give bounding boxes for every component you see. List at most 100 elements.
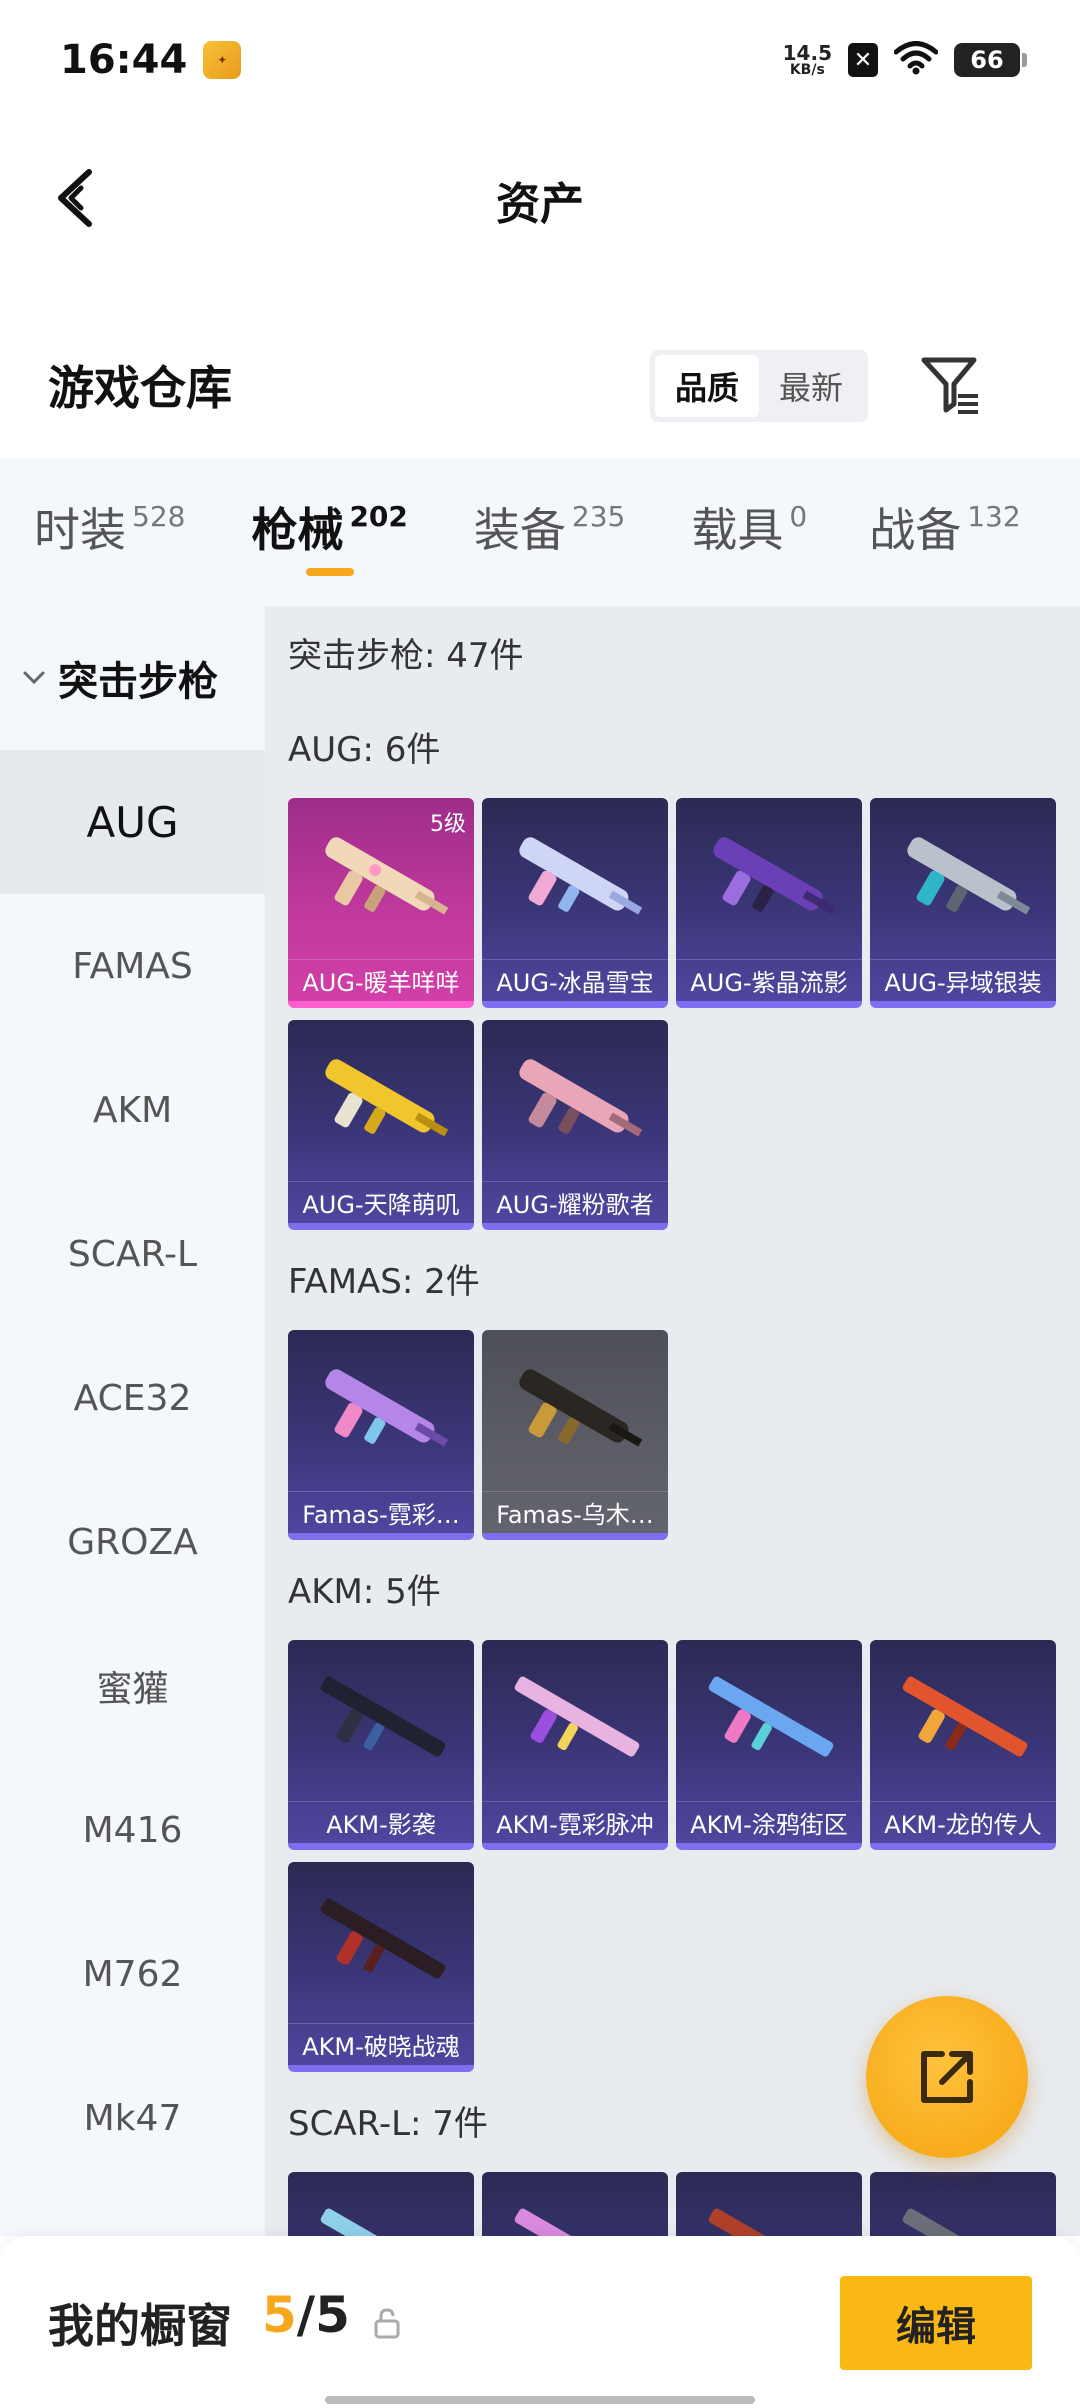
group-title-famas: FAMAS: 2件	[288, 1262, 480, 1302]
weapon-name: Famas-乌木…	[482, 1491, 668, 1533]
status-bar: 16:44 ✦ 14.5 KB/s ✕ 66	[0, 0, 1080, 120]
battery-indicator: 66	[954, 43, 1027, 77]
sidebar-item-ace32[interactable]: ACE32	[0, 1326, 265, 1470]
sort-by-newest[interactable]: 最新	[759, 355, 863, 417]
weapon-skin-image	[514, 2208, 640, 2236]
weapon-name: AUG-天降萌叽	[288, 1181, 474, 1223]
weapon-skin-image	[320, 1898, 446, 1979]
sort-by-quality[interactable]: 品质	[655, 355, 759, 417]
weapon-skin-image	[902, 2208, 1028, 2236]
weapon-skin-image	[519, 1059, 643, 1137]
showcase-bar: 我的橱窗 5/5 编辑	[0, 2236, 1080, 2408]
weapon-card[interactable]: AUG-紫晶流影	[676, 798, 862, 1008]
lock-icon	[374, 2308, 400, 2339]
network-speed-unit: KB/s	[789, 62, 825, 78]
filter-icon	[921, 357, 978, 414]
category-tabs: 时装 528 枪械 202 装备 235 载具 0 战备 132	[0, 458, 1080, 606]
tab-equipment[interactable]: 装备 235	[474, 458, 625, 606]
share-fab-button[interactable]	[866, 1996, 1028, 2158]
status-right: 14.5 KB/s ✕ 66	[783, 41, 1027, 79]
tab-vehicles[interactable]: 载具 0	[691, 458, 807, 606]
sidebar-item-mk47[interactable]: Mk47	[0, 2046, 265, 2190]
weapon-card[interactable]: AUG-异域银装	[870, 798, 1056, 1008]
tab-supplies[interactable]: 战备 132	[869, 458, 1020, 606]
weapon-name: AKM-霓彩脉冲	[482, 1801, 668, 1843]
active-tab-indicator	[305, 568, 354, 576]
tab-label: 时装	[34, 503, 126, 557]
weapon-skin-image	[902, 1676, 1028, 1757]
tab-label: 装备	[473, 503, 566, 557]
weapon-name: AKM-龙的传人	[870, 1801, 1056, 1843]
sidebar-item-m762[interactable]: M762	[0, 1902, 265, 2046]
back-button[interactable]	[40, 158, 110, 238]
showcase-count: 5/5	[262, 2286, 350, 2344]
weapon-list: 突击步枪: 47件 AUG: 6件 5级 AUG-暖羊咩咩 AUG-冰晶雪宝 A…	[265, 606, 1080, 2236]
page-header: 资产	[0, 120, 1080, 280]
weapon-card[interactable]: AUG-天降萌叽	[288, 1020, 474, 1230]
weapon-sidebar: 突击步枪 AUG FAMAS AKM SCAR-L ACE32 GROZA 蜜獾…	[0, 606, 265, 2236]
weapon-name: AUG-异域银装	[870, 959, 1056, 1001]
weapon-name: AKM-影袭	[288, 1801, 474, 1843]
edit-button[interactable]: 编辑	[840, 2276, 1032, 2370]
sidebar-item-scar-l[interactable]: SCAR-L	[0, 1182, 265, 1326]
weapon-name: AUG-暖羊咩咩	[288, 959, 474, 1001]
weapon-card[interactable]	[288, 2172, 474, 2236]
weapon-skin-image	[325, 1369, 449, 1447]
sidebar-item-famas[interactable]: FAMAS	[0, 894, 265, 1038]
filter-button[interactable]	[920, 354, 982, 418]
assets-page: 16:44 ✦ 14.5 KB/s ✕ 66 资产 游戏仓库 品质 最新 时装 …	[0, 0, 1080, 2408]
sidebar-group-assault-rifles[interactable]: 突击步枪	[0, 606, 265, 750]
tab-count: 0	[789, 499, 808, 533]
app-notification-icon: ✦	[203, 41, 242, 79]
weapon-skin-image	[708, 1676, 834, 1757]
sidebar-item-groza[interactable]: GROZA	[0, 1470, 265, 1614]
weapon-name: Famas-霓彩…	[288, 1491, 474, 1533]
weapon-name: AUG-紫晶流影	[676, 959, 862, 1001]
share-export-icon	[921, 2051, 973, 2103]
weapon-card[interactable]: 5级 AUG-暖羊咩咩	[288, 798, 474, 1008]
sidebar-item-m416[interactable]: M416	[0, 1758, 265, 1902]
weapon-card[interactable]	[676, 2172, 862, 2236]
warehouse-section-row: 游戏仓库 品质 最新	[0, 330, 1080, 440]
weapon-level-badge: 5级	[430, 812, 466, 837]
chevron-down-icon	[23, 671, 45, 685]
sidebar-item-akm[interactable]: AKM	[0, 1038, 265, 1182]
no-sim-icon: ✕	[848, 43, 878, 77]
sort-toggle: 品质 最新	[650, 350, 868, 422]
network-speed-value: 14.5	[782, 41, 832, 65]
weapon-skin-image	[907, 837, 1031, 915]
weapon-name: AKM-涂鸦街区	[676, 1801, 862, 1843]
tab-count: 202	[349, 499, 408, 533]
page-title: 资产	[496, 179, 584, 230]
weapon-skin-image	[320, 2208, 446, 2236]
weapon-card[interactable]: AUG-冰晶雪宝	[482, 798, 668, 1008]
weapon-card[interactable]: Famas-霓彩…	[288, 1330, 474, 1540]
weapon-card[interactable]: AKM-霓彩脉冲	[482, 1640, 668, 1850]
weapon-card[interactable]: AKM-涂鸦街区	[676, 1640, 862, 1850]
weapon-card[interactable]: AKM-龙的传人	[870, 1640, 1056, 1850]
weapon-skin-image	[519, 1369, 643, 1447]
weapon-card[interactable]	[870, 2172, 1056, 2236]
weapon-card[interactable]: Famas-乌木…	[482, 1330, 668, 1540]
tab-label: 枪械	[251, 503, 344, 557]
weapon-skin-image	[708, 2208, 834, 2236]
weapon-card[interactable]: AKM-影袭	[288, 1640, 474, 1850]
tab-fashion[interactable]: 时装 528	[34, 458, 185, 606]
tab-count: 528	[132, 499, 186, 533]
showcase-current: 5	[262, 2286, 297, 2344]
home-indicator[interactable]	[325, 2396, 755, 2404]
weapon-card[interactable]: AKM-破晓战魂	[288, 1862, 474, 2072]
network-speed: 14.5 KB/s	[783, 43, 832, 77]
weapon-card[interactable]	[482, 2172, 668, 2236]
weapon-skin-image	[325, 1059, 449, 1137]
weapon-name: AUG-耀粉歌者	[482, 1181, 668, 1223]
group-title-aug: AUG: 6件	[288, 730, 441, 770]
sidebar-item-honey-badger[interactable]: 蜜獾	[0, 1614, 265, 1758]
weapon-card[interactable]: AUG-耀粉歌者	[482, 1020, 668, 1230]
tab-firearms[interactable]: 枪械 202	[251, 458, 408, 606]
tab-count: 235	[571, 499, 626, 533]
status-time: 16:44	[60, 37, 188, 83]
sidebar-item-aug[interactable]: AUG	[0, 750, 265, 894]
showcase-separator: /	[296, 2286, 316, 2344]
category-total: 突击步枪: 47件	[288, 636, 524, 676]
